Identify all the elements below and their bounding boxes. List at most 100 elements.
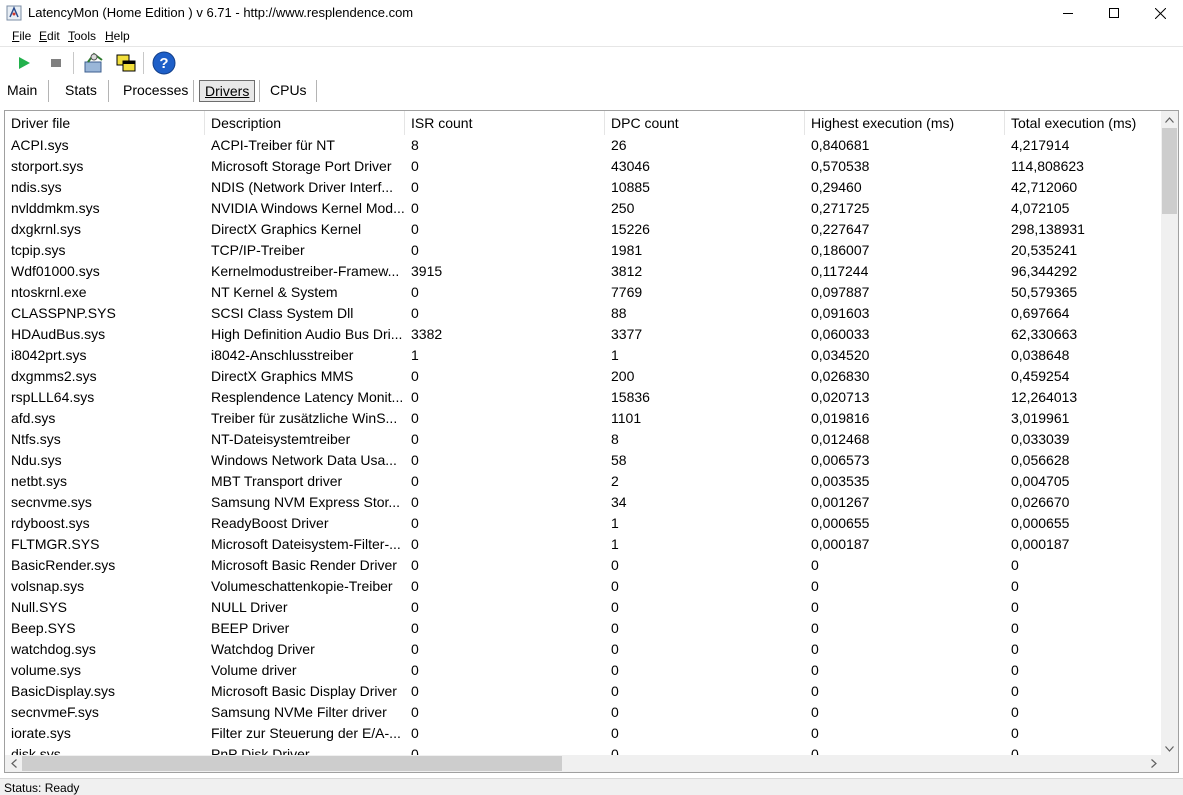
table-row[interactable]: netbt.sys MBT Transport driver 0 2 0,003535 0… xyxy=(5,471,1162,492)
minimize-icon xyxy=(1063,13,1073,14)
table-row[interactable]: i8042prt.sys i8042-Anschlusstreiber 1 1 0,03… xyxy=(5,345,1162,366)
cell-highest-execution: 0,006573 xyxy=(811,452,870,468)
menu-tools[interactable]: Tools xyxy=(68,29,96,43)
horizontal-scrollbar[interactable] xyxy=(5,755,1162,772)
cell-highest-execution: 0,271725 xyxy=(811,200,870,216)
table-row[interactable]: tcpip.sys TCP/IP-Treiber 0 1981 0,186007 20,5… xyxy=(5,240,1162,261)
cell-dpc-count: 1 xyxy=(611,347,619,363)
table-row[interactable]: BasicDisplay.sys Microsoft Basic Display … xyxy=(5,681,1162,702)
status-bar: Status: Ready xyxy=(0,778,1183,795)
cell-description: DirectX Graphics MMS xyxy=(211,368,354,384)
windows-button[interactable] xyxy=(113,51,139,75)
cell-highest-execution: 0 xyxy=(811,725,819,741)
windows-icon xyxy=(116,54,136,72)
table-row[interactable]: ndis.sys NDIS (Network Driver Interf... 0 1… xyxy=(5,177,1162,198)
table-row[interactable]: nvlddmkm.sys NVIDIA Windows Kernel Mod...… xyxy=(5,198,1162,219)
cell-description: Samsung NVMe Filter driver xyxy=(211,704,387,720)
table-row[interactable]: volsnap.sys Volumeschattenkopie-Treiber 0 0… xyxy=(5,576,1162,597)
close-icon xyxy=(1154,7,1166,19)
cell-dpc-count: 0 xyxy=(611,557,619,573)
cell-isr-count: 8 xyxy=(411,137,419,153)
cell-highest-execution: 0,020713 xyxy=(811,389,870,405)
table-row[interactable]: ntoskrnl.exe NT Kernel & System 0 7769 0,097… xyxy=(5,282,1162,303)
tab-separator xyxy=(193,80,194,102)
tab-main[interactable]: Main xyxy=(2,80,42,102)
vertical-scrollbar[interactable] xyxy=(1161,111,1178,757)
toolbar-separator xyxy=(143,52,144,74)
table-row[interactable]: Wdf01000.sys Kernelmodustreiber-Framew...… xyxy=(5,261,1162,282)
cell-description: SCSI Class System Dll xyxy=(211,305,354,321)
menu-file[interactable]: File xyxy=(12,29,31,43)
cell-description: DirectX Graphics Kernel xyxy=(211,221,362,237)
table-row[interactable]: HDAudBus.sys High Definition Audio Bus Dr… xyxy=(5,324,1162,345)
cell-total-execution: 0 xyxy=(1011,641,1019,657)
cell-isr-count: 0 xyxy=(411,473,419,489)
cell-description: Filter zur Steuerung der E/A-... xyxy=(211,725,401,741)
cell-highest-execution: 0,29460 xyxy=(811,179,862,195)
table-row[interactable]: Null.SYS NULL Driver 0 0 0 0 xyxy=(5,597,1162,618)
cell-isr-count: 0 xyxy=(411,599,419,615)
table-row[interactable]: rdyboost.sys ReadyBoost Driver 0 1 0,000655 0… xyxy=(5,513,1162,534)
cell-isr-count: 3915 xyxy=(411,263,443,279)
column-header-highest-execution[interactable]: Highest execution (ms) xyxy=(805,111,1005,135)
cell-driver-file: watchdog.sys xyxy=(11,641,96,657)
table-row[interactable]: Beep.SYS BEEP Driver 0 0 0 0 xyxy=(5,618,1162,639)
title-bar: LatencyMon (Home Edition ) v 6.71 - http… xyxy=(0,0,1183,26)
scroll-up-button[interactable] xyxy=(1161,111,1178,128)
table-row[interactable]: iorate.sys Filter zur Steuerung der E/A-.… xyxy=(5,723,1162,744)
table-body: ACPI.sys ACPI-Treiber für NT 8 26 0,840681 4,… xyxy=(5,135,1162,757)
menu-help[interactable]: Help xyxy=(105,29,130,43)
cell-total-execution: 96,344292 xyxy=(1011,263,1078,279)
column-header-total-execution[interactable]: Total execution (ms) xyxy=(1005,111,1162,135)
table-row[interactable]: ACPI.sys ACPI-Treiber für NT 8 26 0,840681 4,… xyxy=(5,135,1162,156)
vertical-scroll-thumb[interactable] xyxy=(1162,128,1177,214)
start-monitoring-button[interactable] xyxy=(11,51,37,75)
help-button[interactable]: ? xyxy=(151,51,177,75)
tab-cpus[interactable]: CPUs xyxy=(265,80,312,102)
cell-total-execution: 114,808623 xyxy=(1011,158,1084,174)
table-row[interactable]: CLASSPNP.SYS SCSI Class System Dll 0 88 0,09… xyxy=(5,303,1162,324)
table-row[interactable]: Ndu.sys Windows Network Data Usa... 0 58 0,0… xyxy=(5,450,1162,471)
table-row[interactable]: secnvmeF.sys Samsung NVMe Filter driver 0 0… xyxy=(5,702,1162,723)
column-header-isr-count[interactable]: ISR count xyxy=(405,111,605,135)
table-row[interactable]: BasicRender.sys Microsoft Basic Render Dr… xyxy=(5,555,1162,576)
cell-isr-count: 1 xyxy=(411,347,419,363)
tab-processes[interactable]: Processes xyxy=(118,80,193,102)
column-header-driver-file[interactable]: Driver file xyxy=(5,111,205,135)
table-row[interactable]: watchdog.sys Watchdog Driver 0 0 0 0 xyxy=(5,639,1162,660)
minimize-button[interactable] xyxy=(1045,0,1091,26)
tab-drivers[interactable]: Drivers xyxy=(199,80,256,102)
cell-isr-count: 0 xyxy=(411,221,419,237)
maximize-icon xyxy=(1109,8,1119,18)
cell-description: Volumeschattenkopie-Treiber xyxy=(211,578,393,594)
close-button[interactable] xyxy=(1137,0,1183,26)
tab-stats[interactable]: Stats xyxy=(60,80,102,102)
cell-driver-file: Ndu.sys xyxy=(11,452,62,468)
table-row[interactable]: FLTMGR.SYS Microsoft Dateisystem-Filter-.… xyxy=(5,534,1162,555)
table-row[interactable]: afd.sys Treiber für zusätzliche WinS... 0 1… xyxy=(5,408,1162,429)
table-row[interactable]: dxgkrnl.sys DirectX Graphics Kernel 0 15226… xyxy=(5,219,1162,240)
scroll-right-button[interactable] xyxy=(1145,755,1162,772)
horizontal-scroll-thumb[interactable] xyxy=(22,756,562,771)
stop-monitoring-button[interactable] xyxy=(43,51,69,75)
analyze-button[interactable] xyxy=(81,51,107,75)
column-header-dpc-count[interactable]: DPC count xyxy=(605,111,805,135)
table-row[interactable]: volume.sys Volume driver 0 0 0 0 xyxy=(5,660,1162,681)
cell-driver-file: Ntfs.sys xyxy=(11,431,61,447)
scroll-left-button[interactable] xyxy=(5,755,22,772)
table-row[interactable]: secnvme.sys Samsung NVM Express Stor... 0 3… xyxy=(5,492,1162,513)
cell-dpc-count: 0 xyxy=(611,704,619,720)
maximize-button[interactable] xyxy=(1091,0,1137,26)
table-row[interactable]: rspLLL64.sys Resplendence Latency Monit..… xyxy=(5,387,1162,408)
table-row[interactable]: dxgmms2.sys DirectX Graphics MMS 0 200 0,026… xyxy=(5,366,1162,387)
table-row[interactable]: storport.sys Microsoft Storage Port Drive… xyxy=(5,156,1162,177)
table-row[interactable]: Ntfs.sys NT-Dateisystemtreiber 0 8 0,012468 0… xyxy=(5,429,1162,450)
cell-description: Resplendence Latency Monit... xyxy=(211,389,404,405)
cell-isr-count: 0 xyxy=(411,305,419,321)
status-text: Status: Ready xyxy=(4,781,80,795)
cell-dpc-count: 58 xyxy=(611,452,627,468)
menu-edit[interactable]: Edit xyxy=(39,29,60,43)
column-header-description[interactable]: Description xyxy=(205,111,405,135)
cell-highest-execution: 0 xyxy=(811,641,819,657)
cell-total-execution: 0,033039 xyxy=(1011,431,1070,447)
